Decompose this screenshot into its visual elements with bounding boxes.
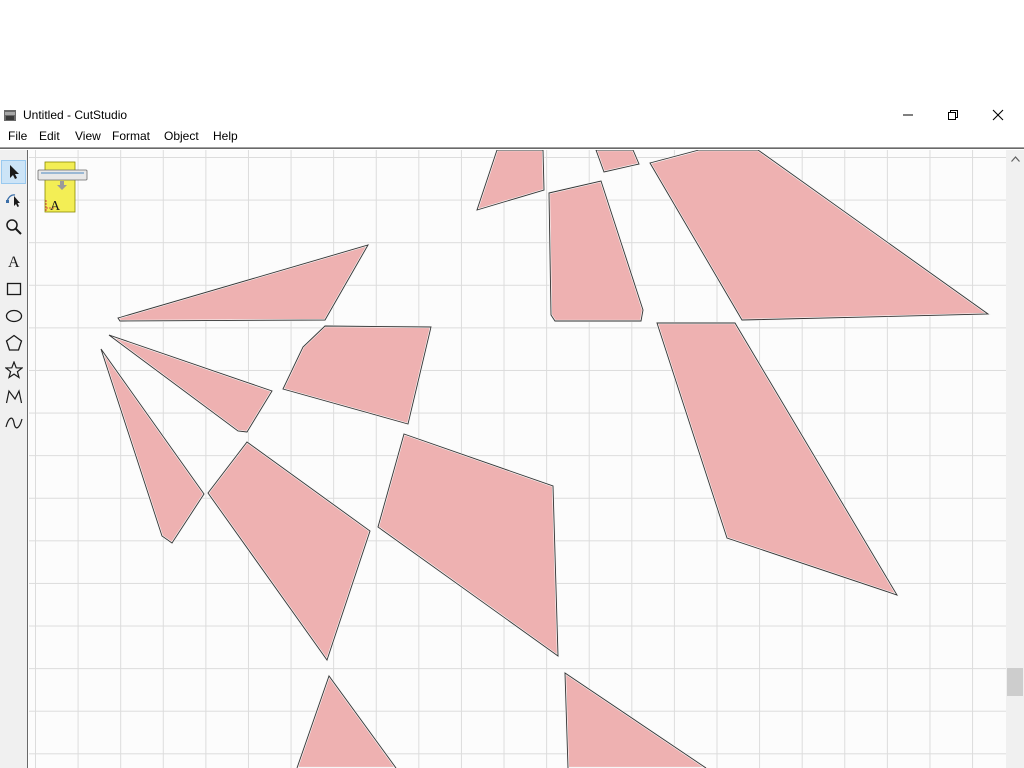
window-title: Untitled - CutStudio bbox=[23, 108, 128, 122]
menu-bar: File Edit View Format Object Help bbox=[0, 126, 1024, 146]
curve-tool[interactable] bbox=[1, 411, 26, 435]
text-tool[interactable]: A bbox=[1, 249, 26, 273]
toolbox: A bbox=[0, 150, 28, 768]
rectangle-icon bbox=[6, 282, 21, 296]
ellipse-icon bbox=[5, 309, 22, 323]
curve-icon bbox=[4, 417, 23, 429]
vertical-scrollbar[interactable] bbox=[1006, 150, 1024, 768]
minimize-icon bbox=[903, 114, 913, 116]
restore-button[interactable] bbox=[931, 104, 975, 126]
polygon-tool[interactable] bbox=[1, 331, 26, 355]
restore-icon bbox=[948, 110, 958, 120]
pentagon-icon bbox=[5, 334, 22, 351]
shape-3[interactable] bbox=[648, 150, 992, 322]
shape-12[interactable] bbox=[295, 673, 398, 768]
shape-7[interactable] bbox=[281, 324, 433, 426]
shape-13[interactable] bbox=[563, 670, 708, 768]
menu-help[interactable]: Help bbox=[213, 129, 238, 143]
menu-file[interactable]: File bbox=[8, 129, 27, 143]
shape-4[interactable] bbox=[547, 179, 645, 323]
shape-11[interactable] bbox=[206, 440, 372, 663]
close-icon bbox=[992, 109, 1004, 121]
pointer-arrow-icon bbox=[9, 165, 19, 179]
cutstudio-window: Untitled - CutStudio File Edit View Form… bbox=[0, 104, 1024, 768]
shape-6[interactable] bbox=[655, 321, 900, 597]
zoom-tool[interactable] bbox=[1, 215, 26, 239]
select-tool[interactable] bbox=[1, 160, 26, 184]
menu-separator-shadow bbox=[0, 148, 1024, 149]
shapes-layer bbox=[99, 150, 992, 768]
menu-view[interactable]: View bbox=[75, 129, 101, 143]
menu-edit[interactable]: Edit bbox=[39, 129, 60, 143]
menu-object[interactable]: Object bbox=[164, 129, 199, 143]
rectangle-tool[interactable] bbox=[1, 277, 26, 301]
shape-5[interactable] bbox=[116, 243, 371, 323]
polyline-icon bbox=[5, 389, 22, 404]
scroll-thumb[interactable] bbox=[1007, 668, 1023, 696]
shape-2[interactable] bbox=[594, 150, 641, 174]
title-bar[interactable]: Untitled - CutStudio bbox=[0, 104, 1024, 126]
ellipse-tool[interactable] bbox=[1, 304, 26, 328]
scroll-up-button[interactable] bbox=[1006, 150, 1024, 167]
text-A-icon: A bbox=[8, 254, 20, 270]
chevron-up-icon bbox=[1010, 155, 1020, 162]
node-edit-icon bbox=[5, 194, 20, 207]
svg-text:A: A bbox=[8, 254, 20, 270]
star-icon bbox=[4, 361, 23, 379]
polyline-tool[interactable] bbox=[1, 385, 26, 409]
cutstudio-app-icon bbox=[4, 110, 16, 121]
menu-format[interactable]: Format bbox=[112, 129, 150, 143]
magnifier-icon bbox=[5, 219, 22, 235]
star-tool[interactable] bbox=[1, 358, 26, 382]
drawing-canvas[interactable]: A bbox=[29, 150, 1006, 768]
shape-10[interactable] bbox=[376, 432, 560, 659]
node-edit-tool[interactable] bbox=[1, 187, 26, 211]
shape-1[interactable] bbox=[475, 150, 546, 212]
minimize-button[interactable] bbox=[886, 104, 930, 126]
close-button[interactable] bbox=[976, 104, 1020, 126]
